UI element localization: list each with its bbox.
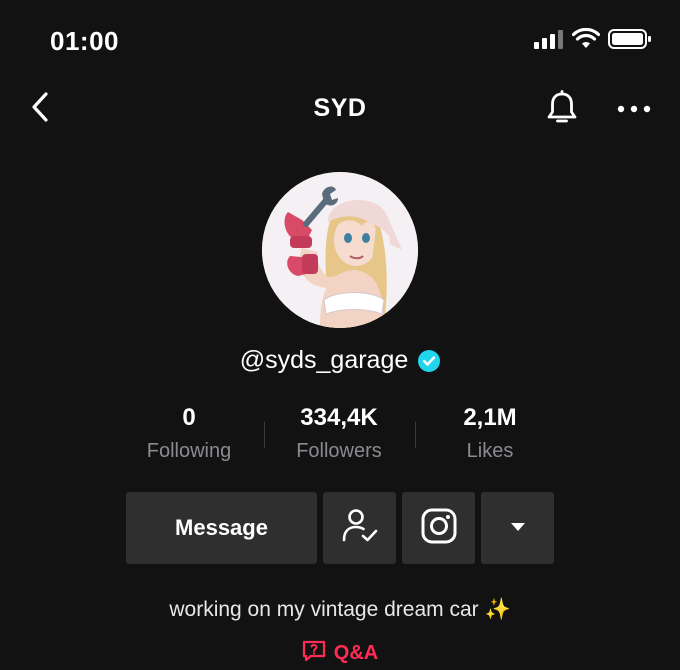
more-options-button[interactable] xyxy=(614,94,654,124)
username-row: @syds_garage xyxy=(0,346,680,375)
status-icons xyxy=(534,27,652,55)
caret-down-icon xyxy=(510,519,526,537)
instagram-icon xyxy=(421,508,457,549)
profile-stats: 0 Following 334,4K Followers 2,1M Likes xyxy=(0,404,680,468)
stat-label: Following xyxy=(146,440,232,462)
wifi-icon xyxy=(571,27,601,55)
stat-value: 0 xyxy=(182,404,196,431)
following-status-button[interactable] xyxy=(323,492,396,564)
qa-label: Q&A xyxy=(333,642,379,664)
avatar-illustration xyxy=(262,172,418,328)
status-time: 01:00 xyxy=(50,26,119,56)
status-bar: 01:00 xyxy=(0,0,680,80)
message-button[interactable]: Message xyxy=(126,492,317,564)
qa-link[interactable]: Q&A xyxy=(0,640,680,667)
stat-likes[interactable]: 2,1M Likes xyxy=(415,404,565,463)
stat-label: Likes xyxy=(466,440,514,462)
question-bubble-icon xyxy=(302,640,326,667)
person-check-icon xyxy=(341,508,379,549)
stat-following[interactable]: 0 Following xyxy=(114,404,264,463)
more-actions-dropdown[interactable] xyxy=(481,492,554,564)
username: @syds_garage xyxy=(239,346,409,374)
battery-icon xyxy=(608,28,652,55)
avatar[interactable] xyxy=(262,172,418,328)
more-dots-icon xyxy=(617,100,651,118)
bell-icon xyxy=(545,89,579,131)
stat-followers[interactable]: 334,4K Followers xyxy=(264,404,414,463)
stat-value: 334,4K xyxy=(300,404,378,431)
nav-bar: SYD xyxy=(0,80,680,136)
stat-label: Followers xyxy=(296,440,382,462)
verified-badge-icon xyxy=(418,349,441,372)
message-button-label: Message xyxy=(175,515,268,540)
stat-value: 2,1M xyxy=(463,404,517,431)
cellular-signal-icon xyxy=(534,29,564,54)
profile-actions: Message xyxy=(0,492,680,564)
bio-text: working on my vintage dream car ✨ xyxy=(169,598,511,621)
instagram-button[interactable] xyxy=(402,492,475,564)
notifications-button[interactable] xyxy=(544,89,580,131)
